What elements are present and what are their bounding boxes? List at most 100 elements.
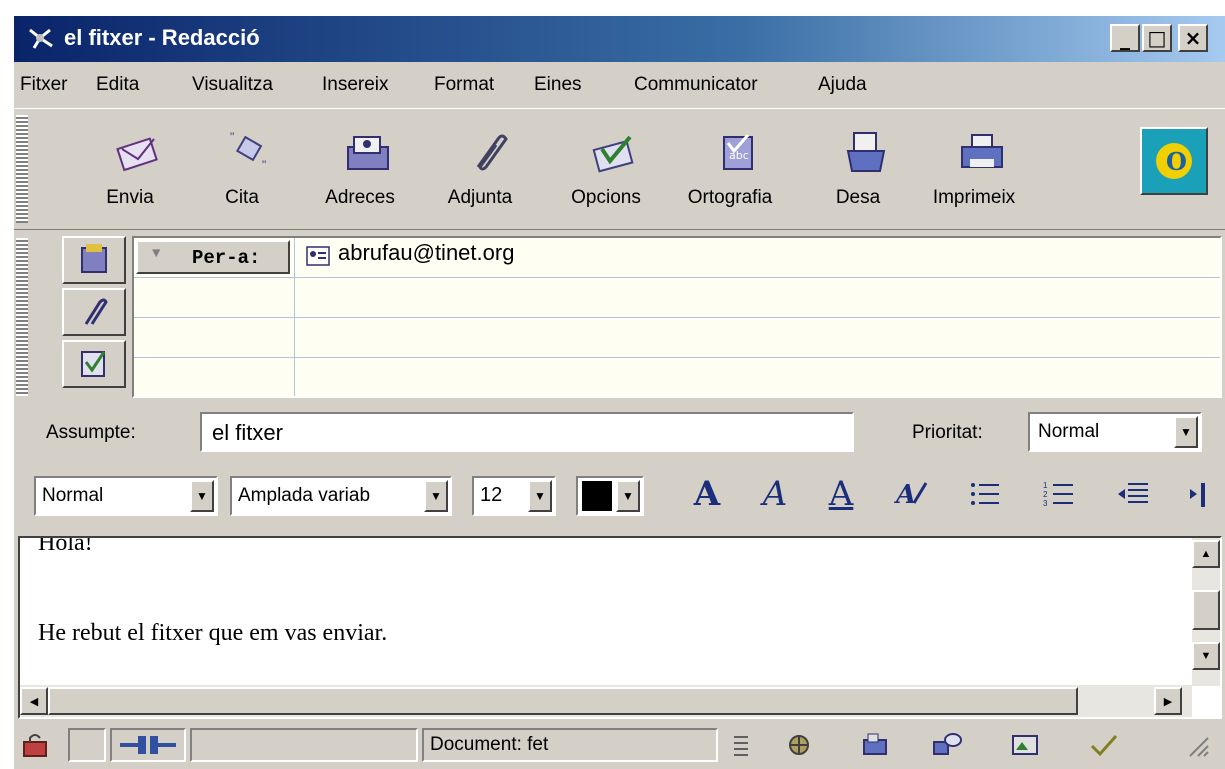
spelling-label: Ortografia — [687, 187, 773, 208]
dropdown-arrow-icon: ▼ — [152, 246, 161, 262]
subject-input[interactable]: el fitxer — [200, 412, 854, 452]
numbered-list-button[interactable]: 1 2 3 — [1036, 470, 1082, 518]
horizontal-scroll-thumb[interactable] — [48, 687, 1078, 715]
attach-button[interactable]: Adjunta — [428, 127, 532, 223]
maximize-button[interactable]: □ — [1142, 24, 1172, 52]
options-button[interactable]: Opcions — [554, 127, 658, 223]
address-panel-grip[interactable] — [16, 238, 28, 396]
netscape-logo[interactable]: O — [1140, 127, 1208, 195]
title-bar[interactable]: el fitxer - Redacció _ □ × — [14, 16, 1225, 62]
recipient-row[interactable]: ▼ Per-a: abrufau@tinet.org — [134, 238, 1220, 278]
font-select[interactable]: Amplada variab ▼ — [230, 476, 452, 516]
status-panel-progress — [190, 728, 418, 762]
addresses-label: Adreces — [325, 187, 395, 208]
send-icon — [116, 137, 158, 172]
print-button[interactable]: Imprimeix — [922, 127, 1026, 223]
attachments-tab[interactable] — [62, 288, 126, 336]
svg-text:1: 1 — [1043, 481, 1048, 490]
font-dropdown-arrow[interactable]: ▼ — [424, 480, 448, 512]
menu-eines[interactable]: Eines — [534, 74, 582, 96]
text-color-select[interactable]: ▼ — [576, 476, 644, 516]
addresses-button[interactable]: Adreces — [308, 127, 412, 223]
bold-button[interactable]: A — [684, 470, 730, 518]
quote-icon: " " — [230, 130, 266, 172]
body-line-greeting: Hola! — [38, 536, 93, 556]
component-bar-grip-icon[interactable] — [726, 732, 756, 758]
scroll-up-button[interactable]: ▲ — [1192, 540, 1220, 568]
horizontal-scrollbar[interactable]: ◀ ▶ — [20, 685, 1192, 717]
attach-label: Adjunta — [447, 187, 513, 208]
text-color-arrow[interactable]: ▼ — [616, 480, 640, 512]
status-panel-text: Document: fet — [422, 728, 718, 762]
clear-styles-button[interactable]: A — [888, 470, 934, 518]
spelling-button[interactable]: abc Ortografia — [678, 127, 782, 223]
send-button[interactable]: Envia — [78, 127, 182, 223]
menu-edita[interactable]: Edita — [96, 74, 139, 96]
priority-select[interactable]: Normal ▼ — [1028, 412, 1202, 452]
quote-button[interactable]: " " Cita — [190, 127, 294, 223]
status-panel-connection — [110, 728, 186, 762]
menu-format[interactable]: Format — [434, 74, 494, 96]
options-checkmark-icon — [592, 135, 634, 173]
vertical-scroll-thumb[interactable] — [1192, 590, 1220, 630]
recipient-row[interactable] — [134, 358, 1220, 398]
menu-insereix[interactable]: Insereix — [322, 74, 389, 96]
svg-text:O: O — [1166, 147, 1187, 176]
priority-dropdown-arrow[interactable]: ▼ — [1174, 416, 1198, 448]
menu-communicator[interactable]: Communicator — [634, 74, 758, 96]
netscape-logo-icon: O — [1156, 143, 1192, 179]
spellcheck-icon: abc — [723, 134, 753, 170]
italic-button[interactable]: A — [752, 470, 798, 518]
message-options-tab[interactable] — [62, 340, 126, 388]
font-size-value: 12 — [480, 484, 503, 506]
status-text: Document: fet — [430, 734, 549, 755]
recipient-address[interactable]: abrufau@tinet.org — [338, 240, 514, 266]
bullet-list-button[interactable] — [962, 470, 1008, 518]
recipient-row[interactable] — [134, 278, 1220, 318]
address-side-tabs — [62, 236, 128, 398]
status-bar: Document: fet — [14, 722, 1225, 769]
paragraph-style-arrow[interactable]: ▼ — [190, 480, 214, 512]
save-button[interactable]: Desa — [806, 127, 910, 223]
outdent-button[interactable] — [1110, 470, 1156, 518]
font-size-select[interactable]: 12 ▼ — [472, 476, 556, 516]
save-label: Desa — [835, 187, 881, 208]
text-color-swatch — [582, 481, 612, 511]
underline-glyph: A — [828, 474, 854, 514]
toolbar-grip[interactable] — [16, 115, 28, 223]
font-size-arrow[interactable]: ▼ — [528, 480, 552, 512]
priority-value: Normal — [1038, 421, 1100, 442]
menu-fitxer[interactable]: Fitxer — [20, 74, 68, 96]
minimize-button[interactable]: _ — [1110, 24, 1140, 52]
resize-grip-icon[interactable] — [1182, 732, 1212, 758]
indent-button[interactable] — [1176, 470, 1216, 518]
vertical-scrollbar[interactable]: ▲ ▼ — [1192, 538, 1220, 686]
scroll-left-button[interactable]: ◀ — [20, 687, 48, 715]
underline-button[interactable]: A — [818, 470, 864, 518]
scroll-right-button[interactable]: ▶ — [1154, 687, 1182, 715]
address-tab[interactable] — [62, 236, 126, 284]
compose-app-icon — [29, 28, 53, 49]
svg-text:": " — [262, 158, 266, 172]
indent-icon — [1190, 483, 1205, 507]
recipient-row[interactable] — [134, 318, 1220, 358]
navigator-icon[interactable] — [784, 732, 814, 758]
recipient-type-selector[interactable]: ▼ Per-a: — [136, 240, 290, 274]
recipient-grid: ▼ Per-a: abrufau@tinet.org — [132, 236, 1222, 398]
menu-ajuda[interactable]: Ajuda — [818, 74, 867, 96]
close-button[interactable]: × — [1178, 24, 1208, 52]
security-lock-icon[interactable] — [20, 732, 50, 758]
paragraph-style-select[interactable]: Normal ▼ — [34, 476, 218, 516]
message-body[interactable]: Hola! He rebut el fitxer que em vas envi… — [18, 536, 1222, 719]
svg-text:A: A — [894, 480, 916, 510]
menu-bar: Fitxer Edita Visualitza Insereix Format … — [14, 64, 1225, 104]
window-title: el fitxer - Redacció — [64, 25, 260, 50]
spellcheck-status-icon[interactable] — [1088, 732, 1118, 758]
scroll-down-button[interactable]: ▼ — [1192, 642, 1220, 670]
online-plug-icon[interactable] — [116, 732, 180, 758]
quote-label: Cita — [225, 187, 259, 208]
composer-icon[interactable] — [1010, 732, 1040, 758]
discussions-icon[interactable] — [932, 732, 962, 758]
menu-visualitza[interactable]: Visualitza — [192, 74, 273, 96]
mailbox-icon[interactable] — [860, 732, 890, 758]
